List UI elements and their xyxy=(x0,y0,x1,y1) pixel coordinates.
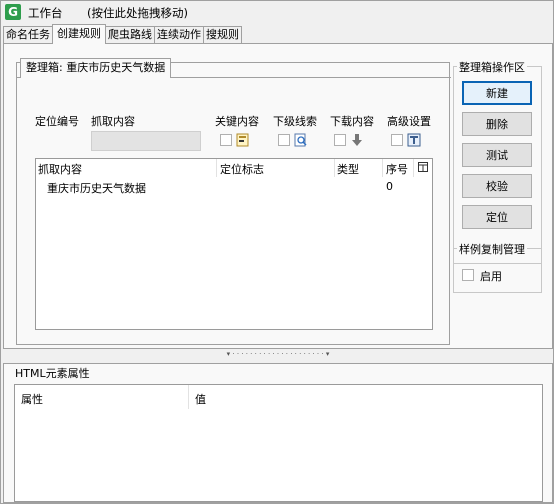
tab-bar: 命名任务 创建规则 爬虫路线 连续动作 搜规则 xyxy=(3,24,242,44)
tab-create-rule[interactable]: 创建规则 xyxy=(52,24,106,44)
advanced-settings-icon[interactable] xyxy=(407,133,421,147)
drag-hint[interactable]: (按住此处拖拽移动) xyxy=(87,5,188,21)
workbench-window: G 工作台 (按住此处拖拽移动) 命名任务 创建规则 爬虫路线 连续动作 搜规则… xyxy=(0,0,554,504)
box-group: 整理箱: 重庆市历史天气数据 定位编号 抓取内容 关键内容 下级线索 下载内容 … xyxy=(16,58,451,345)
html-attrs-group: HTML元素属性 属性 值 xyxy=(3,363,553,503)
column-header-attribute[interactable]: 属性 xyxy=(21,391,43,407)
validate-button[interactable]: 校验 xyxy=(462,174,532,198)
column-header-type[interactable]: 类型 xyxy=(337,161,359,177)
keyword-label: 关键内容 xyxy=(215,115,259,128)
box-name: 重庆市历史天气数据 xyxy=(66,61,166,74)
locate-number-label: 定位编号 xyxy=(35,115,79,128)
advanced-label: 高级设置 xyxy=(387,115,431,128)
title-bar[interactable]: G 工作台 (按住此处拖拽移动) xyxy=(1,1,553,23)
row-content: 重庆市历史天气数据 xyxy=(47,182,146,195)
keyword-checkbox[interactable] xyxy=(220,134,232,146)
sample-copy-title: 样例复制管理 xyxy=(457,241,527,257)
enable-label[interactable]: 启用 xyxy=(480,268,502,284)
download-arrow-icon[interactable] xyxy=(350,133,364,147)
column-separator xyxy=(413,159,414,177)
rule-table: 抓取内容 定位标志 类型 序号 重庆市历史天气数据 0 xyxy=(35,158,433,330)
column-separator xyxy=(334,159,335,177)
column-separator xyxy=(216,159,217,177)
table-row[interactable]: 重庆市历史天气数据 0 xyxy=(36,179,432,195)
column-header-index[interactable]: 序号 xyxy=(386,161,408,177)
splitter-grip-icon: ▾ · · · · · · · · · · · · · · · · · · · … xyxy=(226,350,330,358)
app-logo-icon: G xyxy=(5,4,21,20)
column-header-locator[interactable]: 定位标志 xyxy=(220,161,264,177)
tab-continuous-action[interactable]: 连续动作 xyxy=(154,26,204,44)
sub-clue-checkbox[interactable] xyxy=(278,134,290,146)
test-button[interactable]: 测试 xyxy=(462,143,532,167)
tab-crawler-route[interactable]: 爬虫路线 xyxy=(105,26,155,44)
html-attrs-title: HTML元素属性 xyxy=(15,367,90,380)
download-checkbox[interactable] xyxy=(334,134,346,146)
delete-button[interactable]: 删除 xyxy=(462,112,532,136)
keyword-settings-icon[interactable] xyxy=(236,133,250,147)
advanced-checkbox[interactable] xyxy=(391,134,403,146)
box-ops-title: 整理箱操作区 xyxy=(457,59,527,75)
column-separator xyxy=(382,159,383,177)
download-label: 下载内容 xyxy=(330,115,374,128)
panel-splitter[interactable]: ▾ · · · · · · · · · · · · · · · · · · · … xyxy=(3,350,553,358)
box-label-prefix: 整理箱: xyxy=(26,61,63,74)
column-header-content[interactable]: 抓取内容 xyxy=(38,161,82,177)
tab-panel-create-rule: 整理箱: 重庆市历史天气数据 定位编号 抓取内容 关键内容 下级线索 下载内容 … xyxy=(3,43,553,349)
capture-content-field xyxy=(91,131,201,151)
locate-button[interactable]: 定位 xyxy=(462,205,532,229)
column-chooser-icon[interactable] xyxy=(417,161,429,173)
sample-copy-group: 样例复制管理 启用 xyxy=(453,241,542,293)
enable-checkbox[interactable] xyxy=(462,269,474,281)
capture-content-label: 抓取内容 xyxy=(91,115,135,128)
sub-clue-search-icon[interactable] xyxy=(294,133,308,147)
box-ops-group: 整理箱操作区 新建 删除 测试 校验 定位 xyxy=(453,59,542,264)
box-title-tab[interactable]: 整理箱: 重庆市历史天气数据 xyxy=(20,58,172,78)
attr-table: 属性 值 xyxy=(14,384,543,502)
new-button[interactable]: 新建 xyxy=(462,81,532,105)
column-header-value[interactable]: 值 xyxy=(195,391,206,407)
row-index: 0 xyxy=(386,180,393,193)
column-separator xyxy=(188,385,189,409)
window-title: 工作台 xyxy=(28,6,63,20)
sub-clue-label: 下级线索 xyxy=(273,115,317,128)
tab-search-rule[interactable]: 搜规则 xyxy=(203,26,242,44)
tab-name-task[interactable]: 命名任务 xyxy=(3,26,53,44)
